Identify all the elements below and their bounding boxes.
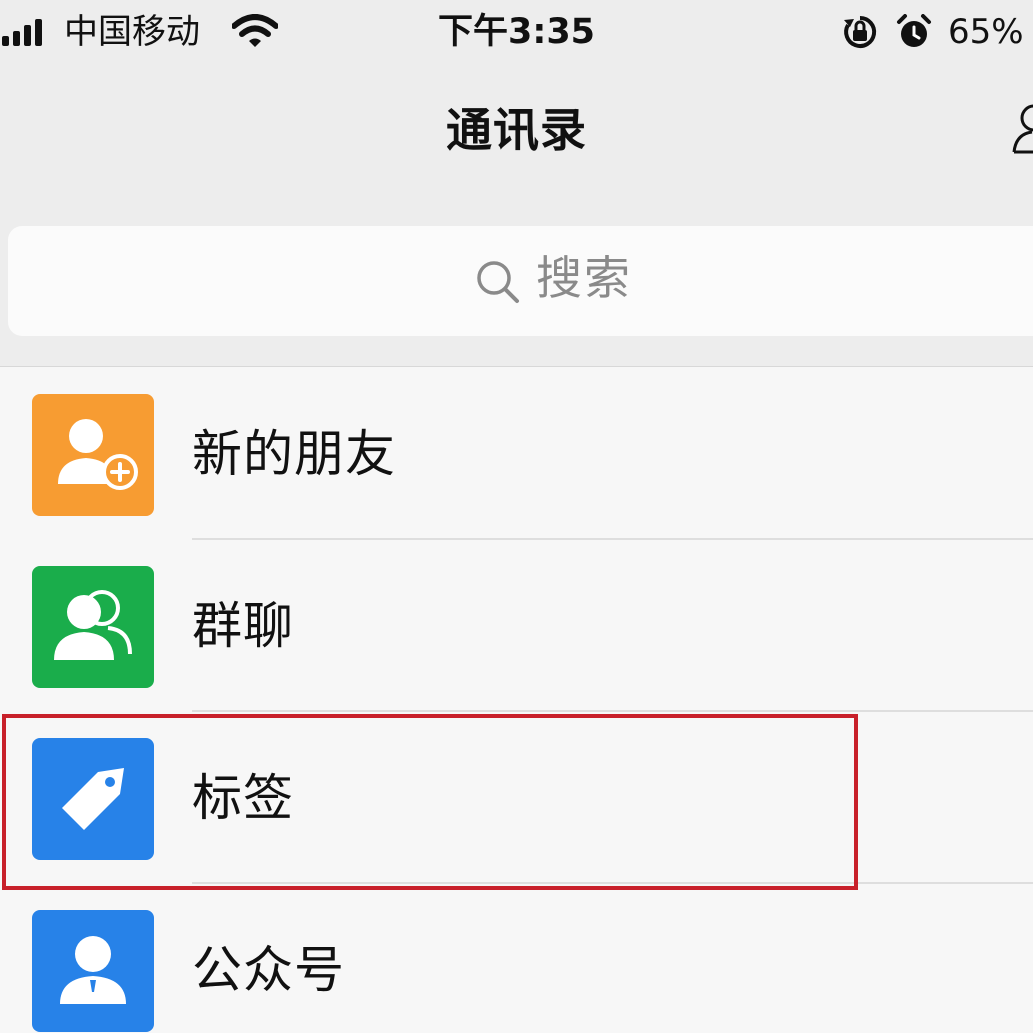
add-contact-icon[interactable]: [1008, 100, 1033, 156]
search-icon: [477, 261, 519, 303]
list-item-group-chats[interactable]: 群聊: [0, 542, 1033, 714]
list-item-label: 公众号: [192, 941, 345, 999]
list-item-label: 新的朋友: [192, 425, 396, 483]
official-account-icon: [32, 910, 154, 1032]
row-divider: [192, 710, 1033, 712]
search-placeholder: 搜索: [536, 251, 632, 305]
page-title: 通讯录: [446, 103, 587, 157]
list-item-label: 群聊: [192, 597, 294, 655]
list-item-official-accounts[interactable]: 公众号: [0, 886, 1033, 1033]
status-time: 下午3:35: [437, 12, 596, 52]
status-bar: 中国移动 下午3:35 65%: [0, 0, 1033, 64]
new-friend-icon: [32, 394, 154, 516]
alarm-clock-icon: [897, 14, 931, 47]
row-divider: [192, 538, 1033, 540]
list-item-new-friends[interactable]: 新的朋友: [0, 370, 1033, 542]
group-chat-icon: [32, 566, 154, 688]
contacts-screen: 中国移动 下午3:35 65% 通讯录 搜索 新的朋友 群聊 标签 公众号: [0, 0, 1033, 1033]
rotation-lock-icon: [844, 15, 877, 48]
battery-percentage: 65%: [948, 12, 1024, 52]
highlight-box: [2, 714, 858, 890]
